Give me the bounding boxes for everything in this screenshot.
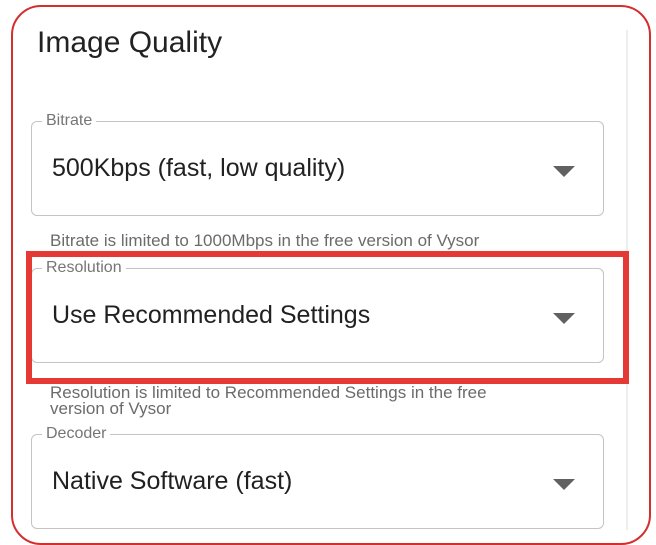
chevron-down-icon[interactable] (553, 166, 575, 177)
decoder-value: Native Software (fast) (52, 467, 293, 495)
chevron-down-icon[interactable] (553, 479, 575, 490)
bitrate-value: 500Kbps (fast, low quality) (52, 154, 346, 182)
bitrate-select[interactable]: Bitrate 500Kbps (fast, low quality) (31, 111, 604, 216)
highlight-box (26, 251, 629, 384)
bitrate-label: Bitrate (42, 111, 97, 131)
section-title: Image Quality (37, 26, 223, 59)
decoder-select[interactable]: Decoder Native Software (fast) (31, 424, 604, 529)
bitrate-helper-text: Bitrate is limited to 1000Mbps in the fr… (50, 231, 480, 250)
resolution-helper-line2: version of Vysor (50, 399, 172, 418)
resolution-helper-text: Resolution is limited to Recommended Set… (50, 384, 487, 418)
decoder-label: Decoder (42, 424, 111, 444)
